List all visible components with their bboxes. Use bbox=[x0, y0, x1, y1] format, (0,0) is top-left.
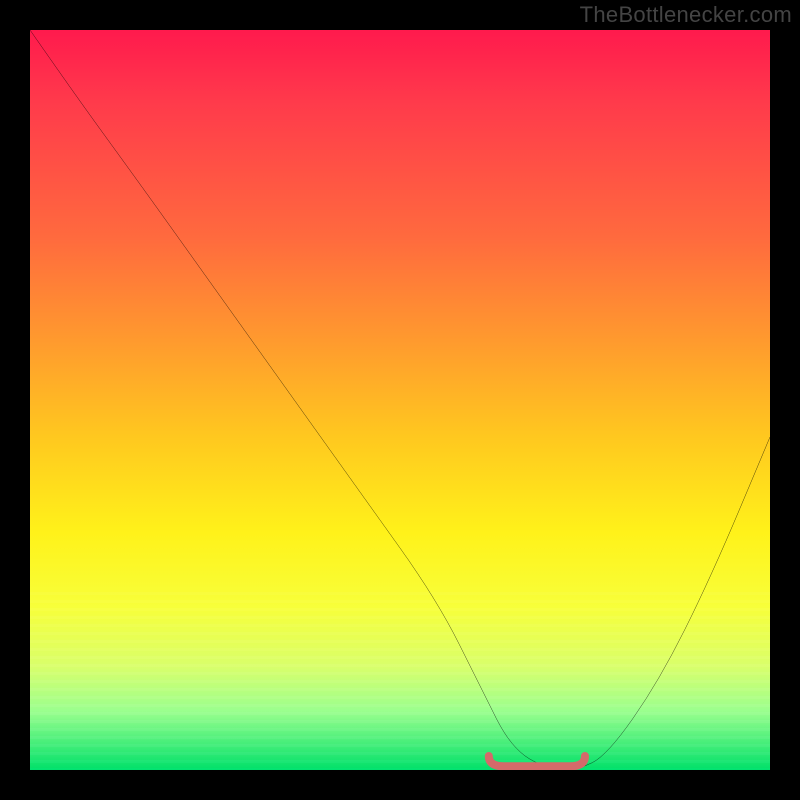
watermark-text: TheBottlenecker.com bbox=[580, 2, 792, 28]
plot-area bbox=[30, 30, 770, 770]
trough-marker bbox=[489, 756, 585, 766]
curve-group bbox=[30, 30, 770, 770]
curve-layer bbox=[30, 30, 770, 770]
bottleneck-curve bbox=[30, 30, 770, 770]
chart-frame: TheBottlenecker.com bbox=[0, 0, 800, 800]
